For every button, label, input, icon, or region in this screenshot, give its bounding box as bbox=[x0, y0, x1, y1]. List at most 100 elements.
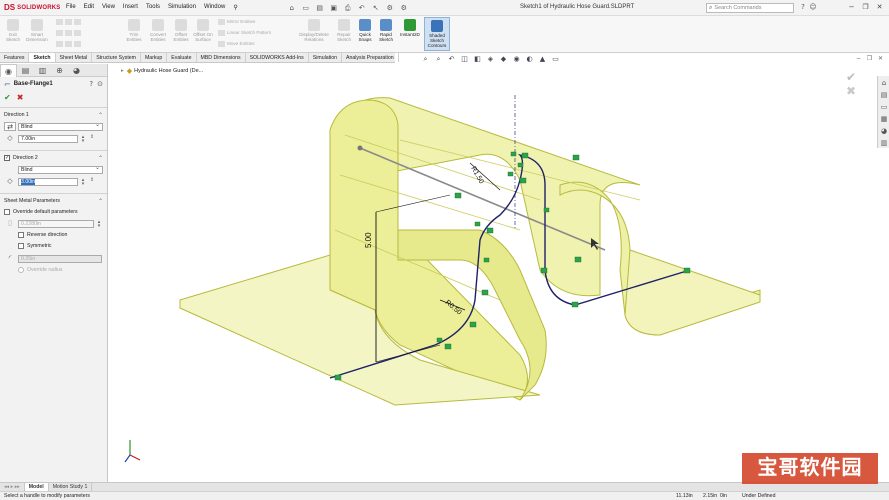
direction2-title[interactable]: ✓ Direction 2 ⌃ bbox=[4, 154, 103, 162]
move-entities-button[interactable]: Move Entities bbox=[218, 41, 255, 47]
save-icon[interactable]: ▣ bbox=[328, 3, 340, 13]
direction-handle[interactable] bbox=[357, 145, 363, 151]
search-commands-box[interactable]: ⌕ Search Commands bbox=[706, 3, 794, 13]
repair-sketch-button[interactable]: Repair Sketch bbox=[334, 19, 354, 42]
offset-entities-button[interactable]: Offset Entities bbox=[171, 19, 191, 42]
direction1-title[interactable]: Direction 1 ⌃ bbox=[4, 111, 103, 119]
restore-icon[interactable]: ❐ bbox=[860, 2, 871, 13]
text-tools[interactable] bbox=[56, 41, 83, 47]
exit-sketch-button[interactable]: Exit Sketch bbox=[4, 19, 22, 42]
tab-features[interactable]: Features bbox=[0, 53, 30, 62]
depth1-measure-icon[interactable]: ⇕ bbox=[88, 134, 96, 143]
quick-snaps-button[interactable]: Quick Snaps bbox=[356, 19, 374, 42]
previous-view-icon[interactable]: ↶ bbox=[446, 55, 457, 64]
rectangle-tools[interactable] bbox=[56, 30, 83, 36]
edit-appearance-icon[interactable]: ◐ bbox=[524, 55, 535, 64]
offset-on-surface-button[interactable]: Offset On Surface bbox=[193, 19, 213, 42]
override-radius-checkbox[interactable]: Override radius bbox=[18, 265, 103, 274]
rapid-sketch-button[interactable]: Rapid Sketch bbox=[376, 19, 396, 42]
override-default-parameters-checkbox[interactable]: Override default parameters bbox=[4, 207, 103, 216]
depth1-spinner[interactable]: ▴ ▾ bbox=[79, 134, 87, 143]
model-viewport[interactable]: 5.00 R1.50 R0.50 bbox=[109, 64, 876, 482]
dimxpert-manager-tab-icon[interactable]: ⊕ bbox=[51, 64, 68, 77]
home-icon[interactable]: ⌂ bbox=[286, 3, 298, 13]
zoom-to-area-icon[interactable]: ⌕ bbox=[433, 55, 444, 64]
direction2-checkbox[interactable]: ✓ bbox=[4, 155, 10, 161]
new-document-icon[interactable]: ▭ bbox=[300, 3, 312, 13]
file-explorer-icon[interactable]: ▭ bbox=[879, 102, 889, 112]
select-arrow-icon[interactable]: ↖ bbox=[370, 3, 382, 13]
menu-tools[interactable]: Tools bbox=[142, 4, 164, 11]
view-settings-icon[interactable]: ▭ bbox=[550, 55, 561, 64]
collapse-icon[interactable]: ⌃ bbox=[98, 155, 103, 162]
minimize-icon[interactable]: − bbox=[846, 2, 857, 13]
pin-menu-icon[interactable]: ⚲ bbox=[229, 4, 241, 11]
feature-manager-tab-icon[interactable]: ◉ bbox=[0, 64, 17, 77]
direction2-depth-input[interactable]: 3.00in bbox=[18, 177, 78, 186]
tab-markup[interactable]: Markup bbox=[141, 53, 168, 62]
shaded-sketch-contours-button[interactable]: Shaded Sketch Contours bbox=[424, 17, 450, 51]
dynamic-annotation-icon[interactable]: ◧ bbox=[472, 55, 483, 64]
radius-dimension-top[interactable]: R1.50 bbox=[469, 166, 484, 186]
apply-scene-icon[interactable]: ▲ bbox=[537, 55, 548, 64]
bend-radius-input[interactable]: 0.25in bbox=[18, 254, 102, 263]
menu-edit[interactable]: Edit bbox=[80, 4, 98, 11]
display-delete-relations-button[interactable]: Display/Delete Relations bbox=[296, 19, 332, 42]
custom-properties-icon[interactable]: ▥ bbox=[879, 138, 889, 148]
user-icon[interactable]: ☺ bbox=[808, 2, 818, 13]
rebuild-icon[interactable]: ⚙ bbox=[384, 3, 396, 13]
tab-solidworks-addins[interactable]: SOLIDWORKS Add-Ins bbox=[246, 53, 309, 62]
menu-file[interactable]: File bbox=[62, 4, 80, 11]
thickness-input[interactable]: 0.2280in bbox=[18, 219, 94, 228]
app-logo[interactable]: DS SOLIDWORKS bbox=[0, 3, 62, 12]
undo-icon[interactable]: ↶ bbox=[356, 3, 368, 13]
display-style-icon[interactable]: ◆ bbox=[498, 55, 509, 64]
appearances-icon[interactable]: ◕ bbox=[879, 126, 889, 136]
trim-entities-button[interactable]: Trim Entities bbox=[124, 19, 144, 42]
line-tools[interactable] bbox=[56, 19, 83, 25]
tab-mbd-dimensions[interactable]: MBD Dimensions bbox=[197, 53, 246, 62]
tab-analysis-preparation[interactable]: Analysis Preparation bbox=[342, 53, 399, 62]
tab-structure-system[interactable]: Structure System bbox=[92, 53, 141, 62]
direction1-end-condition-select[interactable]: Blind bbox=[18, 122, 103, 131]
thickness-spinner[interactable]: ▴ ▾ bbox=[95, 219, 103, 228]
display-manager-tab-icon[interactable]: ◕ bbox=[68, 64, 85, 77]
help-icon[interactable]: ? bbox=[798, 2, 808, 13]
tab-sheet-metal[interactable]: Sheet Metal bbox=[56, 53, 93, 62]
linear-sketch-pattern-button[interactable]: Linear Sketch Pattern bbox=[218, 30, 271, 36]
reverse-direction-checkbox[interactable]: Reverse direction bbox=[18, 230, 103, 239]
direction2-end-condition-select[interactable]: Blind bbox=[18, 165, 103, 174]
menu-simulation[interactable]: Simulation bbox=[164, 4, 200, 11]
menu-view[interactable]: View bbox=[98, 4, 119, 11]
tab-simulation[interactable]: Simulation bbox=[309, 53, 343, 62]
options-icon[interactable]: ⚙ bbox=[398, 3, 410, 13]
view-palette-icon[interactable]: ▦ bbox=[879, 114, 889, 124]
convert-entities-button[interactable]: Convert Entities bbox=[147, 19, 169, 42]
view-orientation-icon[interactable]: ◈ bbox=[485, 55, 496, 64]
graphics-area[interactable]: ▸ ◆ Hydraulic Hose Guard (De... ✔ ✖ 5.00… bbox=[109, 64, 876, 482]
design-library-icon[interactable]: ▤ bbox=[879, 90, 889, 100]
viewport-minimize-icon[interactable]: − bbox=[854, 55, 863, 63]
hide-show-icon[interactable]: ◉ bbox=[511, 55, 522, 64]
mirror-entities-button[interactable]: Mirror Entities bbox=[218, 19, 255, 25]
reverse-direction1-icon[interactable]: ⇄ bbox=[4, 122, 16, 131]
dimension-5-00[interactable]: 5.00 bbox=[364, 232, 373, 248]
open-folder-icon[interactable]: ▤ bbox=[314, 3, 326, 13]
configuration-manager-tab-icon[interactable]: ▥ bbox=[34, 64, 51, 77]
menu-insert[interactable]: Insert bbox=[119, 4, 142, 11]
tab-evaluate[interactable]: Evaluate bbox=[167, 53, 197, 62]
menu-window[interactable]: Window bbox=[200, 4, 229, 11]
pin-icon[interactable]: ⊙ bbox=[97, 80, 103, 88]
smart-dimension-button[interactable]: Smart Dimension bbox=[24, 19, 50, 42]
collapse-icon[interactable]: ⌃ bbox=[98, 112, 103, 119]
sheet-metal-parameters-title[interactable]: Sheet Metal Parameters ⌃ bbox=[4, 197, 103, 205]
ok-button[interactable]: ✔ bbox=[4, 93, 11, 102]
section-view-icon[interactable]: ◫ bbox=[459, 55, 470, 64]
help-icon[interactable]: ? bbox=[89, 80, 93, 88]
tab-sketch[interactable]: Sketch bbox=[29, 53, 56, 62]
viewport-restore-icon[interactable]: ❐ bbox=[865, 55, 874, 63]
viewport-close-icon[interactable]: ✕ bbox=[876, 55, 885, 63]
cancel-button[interactable]: ✖ bbox=[17, 93, 24, 102]
search-input[interactable]: Search Commands bbox=[714, 5, 761, 11]
instant2d-button[interactable]: Instant2D bbox=[398, 19, 422, 37]
